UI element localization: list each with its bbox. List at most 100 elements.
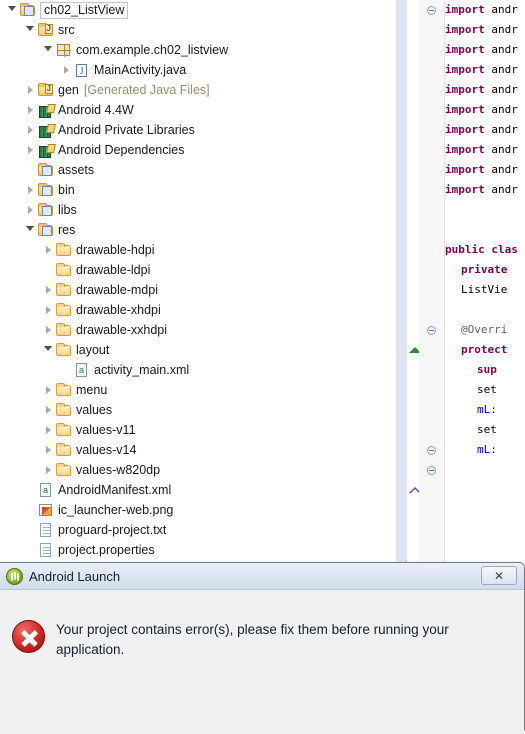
- folder-icon: [55, 382, 73, 398]
- code-line[interactable]: [445, 200, 525, 220]
- chevron-right-icon[interactable]: [42, 280, 55, 300]
- chevron-right-icon[interactable]: [24, 120, 37, 140]
- folder-icon: [55, 402, 73, 418]
- chevron-right-icon[interactable]: [24, 140, 37, 160]
- chevron-right-icon[interactable]: [42, 460, 55, 480]
- fold-collapse-icon[interactable]: [427, 466, 436, 475]
- code-line[interactable]: import andr: [445, 120, 525, 140]
- chevron-right-icon[interactable]: [42, 400, 55, 420]
- code-line[interactable]: [445, 480, 525, 500]
- chevron-right-icon[interactable]: [42, 240, 55, 260]
- chevron-right-icon[interactable]: [42, 380, 55, 400]
- tree-item-android-private-libraries[interactable]: Android Private Libraries: [0, 120, 396, 140]
- tree-item-menu[interactable]: menu: [0, 380, 396, 400]
- code-line[interactable]: [445, 300, 525, 320]
- png-file-icon: [37, 502, 55, 518]
- chevron-down-icon[interactable]: [6, 0, 19, 20]
- code-line[interactable]: [445, 520, 525, 540]
- chevron-right-icon[interactable]: [60, 60, 73, 80]
- tree-item-drawable-mdpi[interactable]: drawable-mdpi: [0, 280, 396, 300]
- source-folder-icon: [37, 22, 55, 38]
- code-line[interactable]: import andr: [445, 140, 525, 160]
- close-icon[interactable]: ✕: [481, 566, 517, 585]
- tree-item-res[interactable]: res: [0, 220, 396, 240]
- chevron-down-icon[interactable]: [42, 40, 55, 60]
- tree-item-proguard-project-txt[interactable]: proguard-project.txt: [0, 520, 396, 540]
- tree-item-project-properties[interactable]: project.properties: [0, 540, 396, 560]
- code-line[interactable]: @Overri: [445, 320, 525, 340]
- chevron-right-icon[interactable]: [42, 320, 55, 340]
- chevron-right-icon[interactable]: [42, 440, 55, 460]
- code-token: andr: [484, 143, 518, 156]
- code-line[interactable]: ListVie: [445, 280, 525, 300]
- tree-item-drawable-hdpi[interactable]: drawable-hdpi: [0, 240, 396, 260]
- tree-item-assets[interactable]: assets: [0, 160, 396, 180]
- android-launch-dialog[interactable]: Android Launch ✕ Your project contains e…: [0, 562, 525, 734]
- chevron-right-icon[interactable]: [42, 300, 55, 320]
- code-line[interactable]: sup: [445, 360, 525, 380]
- chevron-down-icon[interactable]: [24, 220, 37, 240]
- code-line[interactable]: import andr: [445, 0, 525, 20]
- chevron-down-icon[interactable]: [42, 340, 55, 360]
- code-line[interactable]: [445, 220, 525, 240]
- tree-item-drawable-xxhdpi[interactable]: drawable-xxhdpi: [0, 320, 396, 340]
- chevron-right-icon[interactable]: [24, 180, 37, 200]
- code-line[interactable]: public clas: [445, 240, 525, 260]
- chevron-right-icon[interactable]: [24, 200, 37, 220]
- tree-item-values-v14[interactable]: values-v14: [0, 440, 396, 460]
- tree-item-drawable-xhdpi[interactable]: drawable-xhdpi: [0, 300, 396, 320]
- dialog-titlebar[interactable]: Android Launch ✕: [0, 563, 524, 590]
- code-token: import: [445, 163, 485, 176]
- code-line[interactable]: [445, 540, 525, 560]
- tree-item-mainactivity-java[interactable]: MainActivity.java: [0, 60, 396, 80]
- code-line[interactable]: [445, 460, 525, 480]
- tree-item-androidmanifest-xml[interactable]: AndroidManifest.xml: [0, 480, 396, 500]
- chevron-right-icon[interactable]: [24, 80, 37, 100]
- code-line[interactable]: import andr: [445, 80, 525, 100]
- fold-collapse-icon[interactable]: [427, 446, 436, 455]
- code-line[interactable]: import andr: [445, 160, 525, 180]
- code-line[interactable]: mL:: [445, 440, 525, 460]
- chevron-right-icon[interactable]: [42, 420, 55, 440]
- tree-item-bin[interactable]: bin: [0, 180, 396, 200]
- tree-item-layout[interactable]: layout: [0, 340, 396, 360]
- tree-item-src[interactable]: src: [0, 20, 396, 40]
- code-line[interactable]: protect: [445, 340, 525, 360]
- code-line[interactable]: import andr: [445, 60, 525, 80]
- tree-item-ch02-listview[interactable]: ch02_ListView: [0, 0, 396, 20]
- project-folder-icon-glyph: [38, 223, 53, 236]
- code-line[interactable]: private: [445, 260, 525, 280]
- tree-item-values-v11[interactable]: values-v11: [0, 420, 396, 440]
- code-line[interactable]: set: [445, 420, 525, 440]
- tree-item-drawable-ldpi[interactable]: drawable-ldpi: [0, 260, 396, 280]
- tree-item-activity-main-xml[interactable]: activity_main.xml: [0, 360, 396, 380]
- tree-item-label: Android Private Libraries: [58, 123, 195, 137]
- tree-item-libs[interactable]: libs: [0, 200, 396, 220]
- tree-item-android-4-4w[interactable]: Android 4.4W: [0, 100, 396, 120]
- tree-item-values[interactable]: values: [0, 400, 396, 420]
- code-line[interactable]: import andr: [445, 40, 525, 60]
- folder-icon-glyph: [56, 263, 71, 276]
- chevron-down-icon[interactable]: [24, 20, 37, 40]
- tree-item-android-dependencies[interactable]: Android Dependencies: [0, 140, 396, 160]
- xml-file-icon: [37, 482, 55, 498]
- code-line[interactable]: set: [445, 380, 525, 400]
- code-line[interactable]: mL:: [445, 400, 525, 420]
- code-line[interactable]: import andr: [445, 20, 525, 40]
- tree-item-label: assets: [58, 163, 95, 177]
- tree-item-gen[interactable]: gen [Generated Java Files]: [0, 80, 396, 100]
- chevron-right-icon[interactable]: [24, 100, 37, 120]
- tree-item-com-example-ch02-listview[interactable]: com.example.ch02_listview: [0, 40, 396, 60]
- scrollbar-thumb[interactable]: [396, 0, 407, 560]
- code-line[interactable]: import andr: [445, 100, 525, 120]
- code-line[interactable]: import andr: [445, 180, 525, 200]
- fold-collapse-icon[interactable]: [427, 326, 436, 335]
- folder-icon: [55, 282, 73, 298]
- code-line[interactable]: [445, 500, 525, 520]
- tree-item-values-w820dp[interactable]: values-w820dp: [0, 460, 396, 480]
- tree-item-ic-launcher-web-png[interactable]: ic_launcher-web.png: [0, 500, 396, 520]
- fold-collapse-icon[interactable]: [427, 6, 436, 15]
- package-icon: [55, 42, 73, 58]
